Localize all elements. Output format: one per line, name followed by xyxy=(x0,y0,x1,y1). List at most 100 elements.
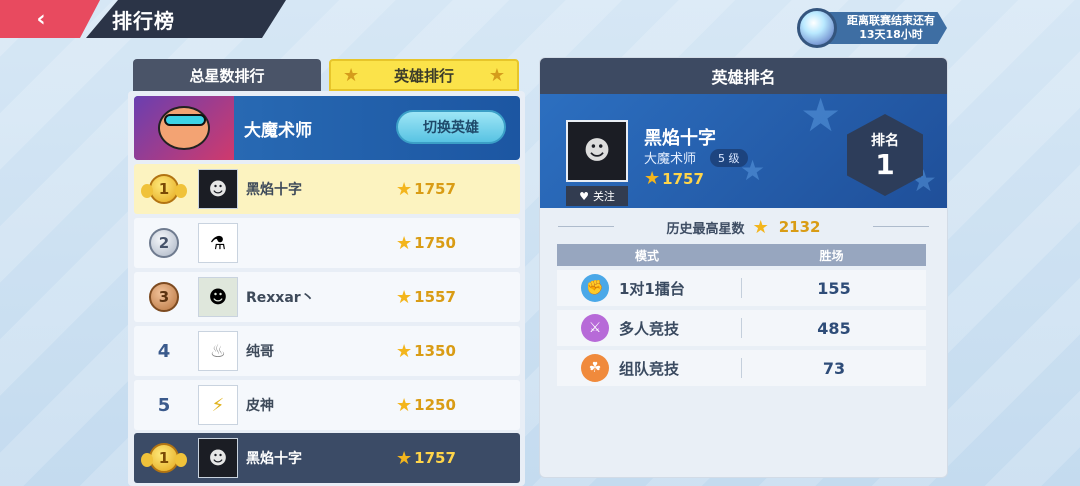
tab-total-stars-label: 总星数排行 xyxy=(189,66,265,85)
detail-hero-level: 5 级 xyxy=(710,149,748,167)
detail-stars-value: 1757 xyxy=(662,169,704,188)
season-timer-line1: 距离联赛结束还有 xyxy=(847,14,935,27)
tab-hero-ranking[interactable]: ★ 英雄排行 ★ xyxy=(329,59,519,91)
star-icon: ★ xyxy=(800,94,842,142)
tab-hero-ranking-label: 英雄排行 xyxy=(393,66,454,85)
player-stars: ★ 1757 xyxy=(396,179,456,200)
my-ranking-row[interactable]: 1 ☻ 黑焰十字 ★ 1757 xyxy=(134,433,520,483)
detail-player-name: 黑焰十字 xyxy=(644,128,716,149)
star-icon: ★ xyxy=(644,168,661,189)
rank-badge-label: 排名 xyxy=(871,133,899,149)
swords-icon: ⚔ xyxy=(581,314,609,342)
follow-button[interactable]: ♥ 关注 xyxy=(566,186,628,206)
star-icon: ★ xyxy=(396,232,413,254)
rank-number: 5 xyxy=(157,394,171,416)
star-icon: ★ xyxy=(396,286,413,308)
player-stars-value: 1557 xyxy=(414,288,456,306)
player-name: 纯哥 xyxy=(246,344,274,360)
player-stars-value: 1750 xyxy=(414,234,456,252)
col-mode: 模式 xyxy=(634,248,659,263)
ranking-row[interactable]: 5 ⚡ 皮神 ★ 1250 xyxy=(134,380,520,430)
star-icon: ★ xyxy=(396,340,413,362)
hero-portrait xyxy=(134,96,234,160)
history-high-stars: 历史最高星数 ★ 2132 xyxy=(540,208,947,246)
table-header: 模式 胜场 xyxy=(557,244,926,266)
player-stars-value: 1757 xyxy=(414,449,456,467)
gold-medal-icon: 1 xyxy=(141,174,187,204)
player-stars-value: 1350 xyxy=(414,342,456,360)
star-icon: ★ xyxy=(752,216,769,238)
player-stars: ★ 1250 xyxy=(396,395,456,416)
season-timer-line2: 13天18小时 xyxy=(859,28,923,41)
mode-stats-table: 模式 胜场 ✊ 1对1擂台 155 ⚔ 多人竞技 485 ☘ 组队竞技 73 xyxy=(557,244,926,386)
star-icon: ★ xyxy=(396,178,413,200)
hero-banner: 大魔术师 切换英雄 xyxy=(134,96,520,160)
detail-hero-card: ★ ★ ★ ☻ ♥ 关注 黑焰十字 大魔术师 5 级 ★ 1757 排名 1 xyxy=(540,94,947,208)
detail-hero-name: 大魔术师 xyxy=(644,152,697,167)
page-title-bar: 排行榜 xyxy=(86,0,286,38)
mode-cell: ✊ 1对1擂台 xyxy=(557,274,741,302)
player-avatar: ⚡ xyxy=(198,385,238,425)
bronze-medal-icon: 3 xyxy=(149,282,179,312)
rank-badge-value: 1 xyxy=(875,148,895,181)
tab-total-stars[interactable]: 总星数排行 xyxy=(133,59,321,91)
player-stars: ★ 1757 xyxy=(396,448,456,469)
crystal-icon xyxy=(797,8,837,48)
wins-value: 485 xyxy=(817,318,851,338)
player-stars: ★ 1557 xyxy=(396,287,456,308)
mode-name: 组队竞技 xyxy=(619,359,680,378)
ranking-row[interactable]: 1 ☻ 黑焰十字 ★ 1757 xyxy=(134,164,520,214)
wins-value: 155 xyxy=(817,278,851,298)
fist-icon: ✊ xyxy=(581,274,609,302)
col-wins: 胜场 xyxy=(819,248,844,263)
page-title: 排行榜 xyxy=(112,8,175,33)
player-stars-value: 1250 xyxy=(414,396,456,414)
season-timer-text: 距离联赛结束还有 13天18小时 xyxy=(829,12,947,44)
player-avatar: ☻ xyxy=(198,277,238,317)
rank-number: 4 xyxy=(157,340,171,362)
ranking-row[interactable]: 3 ☻ Rexxar丶 ★ 1557 xyxy=(134,272,520,322)
handshake-icon: ☘ xyxy=(581,354,609,382)
player-avatar: ☻ xyxy=(198,438,238,478)
history-label: 历史最高星数 xyxy=(666,221,745,237)
follow-label: 关注 xyxy=(592,190,615,203)
player-name: Rexxar丶 xyxy=(246,290,315,306)
star-icon: ★ xyxy=(488,64,505,86)
switch-hero-button[interactable]: 切换英雄 xyxy=(396,110,506,144)
mode-name: 多人竞技 xyxy=(619,319,680,338)
player-avatar: ⚗ xyxy=(198,223,238,263)
player-avatar: ♨ xyxy=(198,331,238,371)
table-row: ✊ 1对1擂台 155 xyxy=(557,270,926,306)
season-timer[interactable]: 距离联赛结束还有 13天18小时 xyxy=(797,8,947,48)
history-value: 2132 xyxy=(778,218,821,236)
star-icon: ★ xyxy=(396,394,413,416)
player-stars: ★ 1750 xyxy=(396,233,456,254)
ranking-tabs: 总星数排行 ★ 英雄排行 ★ xyxy=(133,59,519,91)
player-stars: ★ 1350 xyxy=(396,341,456,362)
table-row: ⚔ 多人竞技 485 xyxy=(557,310,926,346)
star-icon: ★ xyxy=(396,447,413,469)
player-avatar: ☻ xyxy=(198,169,238,209)
hero-name: 大魔术师 xyxy=(244,121,312,141)
star-icon: ★ xyxy=(343,64,360,86)
hero-face-icon xyxy=(158,106,210,150)
hero-mask-icon xyxy=(164,114,206,126)
mode-name: 1对1擂台 xyxy=(619,279,685,298)
table-row: ☘ 组队竞技 73 xyxy=(557,350,926,386)
player-name: 黑焰十字 xyxy=(246,451,302,467)
back-arrow-icon: ‹ xyxy=(36,6,46,32)
mode-cell: ⚔ 多人竞技 xyxy=(557,314,741,342)
ranking-row[interactable]: 2 ⚗ ★ 1750 xyxy=(134,218,520,268)
detail-stars: ★ 1757 xyxy=(644,168,704,189)
heart-icon: ♥ xyxy=(579,189,589,203)
detail-player-avatar[interactable]: ☻ xyxy=(566,120,628,182)
mode-cell: ☘ 组队竞技 xyxy=(557,354,741,382)
wins-value: 73 xyxy=(822,358,846,378)
silver-medal-icon: 2 xyxy=(149,228,179,258)
ranking-row[interactable]: 4 ♨ 纯哥 ★ 1350 xyxy=(134,326,520,376)
detail-header: 英雄排名 xyxy=(540,58,947,94)
player-name: 皮神 xyxy=(246,398,274,414)
player-stars-value: 1757 xyxy=(414,180,456,198)
gold-medal-icon: 1 xyxy=(141,443,187,473)
player-name: 黑焰十字 xyxy=(246,182,302,198)
